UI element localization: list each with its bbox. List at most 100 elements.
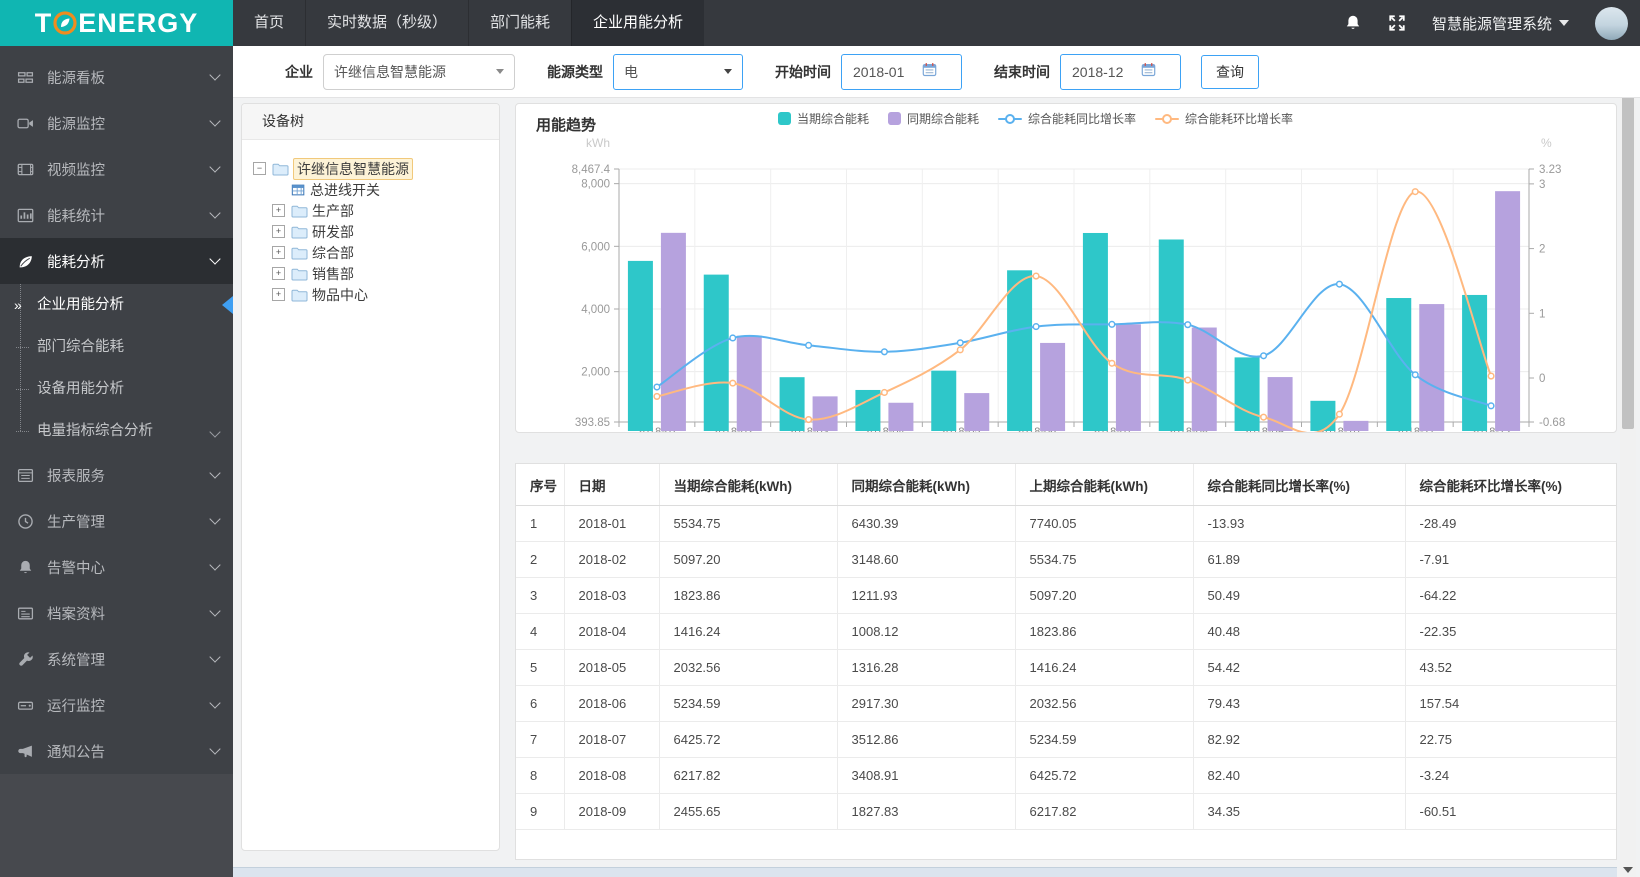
notification-bell-icon[interactable] <box>1344 14 1362 32</box>
tree-node-dept-3[interactable]: + 销售部 <box>253 263 499 284</box>
scrollbar-thumb[interactable] <box>1622 59 1634 429</box>
horizontal-scrollbar[interactable] <box>233 867 1617 877</box>
table-header-cell: 序号 <box>516 464 565 506</box>
company-select-value: 许继信息智慧能源 <box>334 63 446 80</box>
legend-item-1[interactable]: 同期综合能耗 <box>888 110 979 127</box>
tree-node-device[interactable]: 总进线开关 <box>253 179 499 200</box>
table-cell: 9 <box>516 793 565 830</box>
table-cell: 8 <box>516 757 565 794</box>
table-cell: 1416.24 <box>1015 649 1194 686</box>
tree-node-label[interactable]: 许继信息智慧能源 <box>293 157 413 180</box>
sidebar-item-label: 视频监控 <box>47 162 105 179</box>
tree-node-label[interactable]: 综合部 <box>312 243 354 263</box>
svg-text:kWh: kWh <box>586 136 610 150</box>
energy-type-label: 能源类型 <box>547 63 603 80</box>
expand-icon[interactable]: + <box>272 267 285 280</box>
table-cell: 50.49 <box>1193 577 1406 614</box>
tree-node-dept-4[interactable]: + 物品中心 <box>253 284 499 305</box>
tree-node-dept-1[interactable]: + 研发部 <box>253 221 499 242</box>
table-cell: 2018-03 <box>564 577 660 614</box>
fullscreen-icon[interactable] <box>1388 14 1406 32</box>
table-cell: -28.49 <box>1405 505 1616 542</box>
nav-tab-2[interactable]: 部门能耗 <box>468 0 571 46</box>
collapse-icon[interactable]: − <box>253 162 266 175</box>
query-button[interactable]: 查询 <box>1201 54 1259 89</box>
svg-text:-0.68: -0.68 <box>1539 417 1565 429</box>
app-logo[interactable]: T ENERGY <box>0 0 233 46</box>
sidebar-item-0[interactable]: 能源看板 <box>0 54 233 100</box>
sidebar-item-5[interactable]: 报表服务 <box>0 452 233 498</box>
sidebar-item-2[interactable]: 视频监控 <box>0 146 233 192</box>
tree-node-label[interactable]: 总进线开关 <box>310 180 380 200</box>
svg-text:3.23: 3.23 <box>1539 164 1561 176</box>
table-row: 6 2018-06 5234.59 2917.30 2032.56 79.43 157.54 <box>516 685 1616 722</box>
tree-node-dept-0[interactable]: + 生产部 <box>253 200 499 221</box>
table-cell: 6430.39 <box>837 505 1016 542</box>
sidebar-item-1[interactable]: 能源监控 <box>0 100 233 146</box>
chevron-down-icon <box>209 207 221 219</box>
drive-icon <box>17 697 34 714</box>
chevron-down-icon <box>209 743 221 755</box>
tree-node-label[interactable]: 生产部 <box>312 201 354 221</box>
sidebar-item-11[interactable]: 通知公告 <box>0 728 233 774</box>
active-pointer-icon <box>222 296 233 314</box>
table-cell: 82.40 <box>1193 757 1406 794</box>
legend-item-2[interactable]: 综合能耗同比增长率 <box>998 110 1136 127</box>
table-header-cell: 综合能耗同比增长率(%) <box>1193 464 1406 506</box>
sidebar-item-9[interactable]: 系统管理 <box>0 636 233 682</box>
tree-node-label[interactable]: 研发部 <box>312 222 354 242</box>
calendar-icon[interactable] <box>922 62 937 82</box>
legend-item-3[interactable]: 综合能耗环比增长率 <box>1155 110 1293 127</box>
chevron-down-icon <box>209 161 221 173</box>
sidebar-item-label: 能源监控 <box>47 116 105 133</box>
sidebar-item-4[interactable]: 能耗分析 <box>0 238 233 284</box>
sidebar-item-8[interactable]: 档案资料 <box>0 590 233 636</box>
nav-tab-0[interactable]: 首页 <box>233 0 305 46</box>
sidebar-item-6[interactable]: 生产管理 <box>0 498 233 544</box>
trend-chart[interactable]: 2018-01 2018-02 2018-03 2018-04 2018-05 2018-… <box>516 134 1616 438</box>
user-system-menu[interactable]: 智慧能源管理系统 <box>1432 13 1569 34</box>
chart-legend: 当期综合能耗 同期综合能耗 综合能耗同比增长率 综合能耗环比增长率 <box>778 110 1293 127</box>
sidebar-item-3[interactable]: 能耗统计 <box>0 192 233 238</box>
calendar-icon[interactable] <box>1141 62 1156 82</box>
start-time-input[interactable] <box>851 62 917 81</box>
end-time-input[interactable] <box>1070 62 1136 81</box>
chevron-down-icon <box>209 605 221 617</box>
table-row: 8 2018-08 6217.82 3408.91 6425.72 82.40 -3.24 <box>516 757 1616 794</box>
legend-item-0[interactable]: 当期综合能耗 <box>778 110 869 127</box>
tree-stub <box>16 389 29 390</box>
table-header-cell: 当期综合能耗(kWh) <box>659 464 838 506</box>
tree-node-root[interactable]: − 许继信息智慧能源 <box>253 157 499 180</box>
table-cell: 34.35 <box>1193 793 1406 830</box>
table-cell: -3.24 <box>1405 757 1616 794</box>
nav-tab-1[interactable]: 实时数据（秒级） <box>305 0 468 46</box>
table-cell: 22.75 <box>1405 721 1616 758</box>
table-cell: 6217.82 <box>659 757 838 794</box>
chevron-down-icon <box>209 69 221 81</box>
sidebar-subitem-3[interactable]: 电量指标综合分析 <box>0 410 233 452</box>
expand-icon[interactable]: + <box>272 288 285 301</box>
expand-icon[interactable]: + <box>272 225 285 238</box>
sidebar-subitem-0[interactable]: » 企业用能分析 <box>0 284 233 326</box>
tree-node-label[interactable]: 物品中心 <box>312 285 368 305</box>
tree-node-dept-2[interactable]: + 综合部 <box>253 242 499 263</box>
scroll-down-arrow-icon[interactable] <box>1623 867 1633 873</box>
sidebar-subitem-2[interactable]: 设备用能分析 <box>0 368 233 410</box>
table-row: 2 2018-02 5097.20 3148.60 5534.75 61.89 -7.91 <box>516 541 1616 578</box>
energy-type-select[interactable]: 电 <box>613 53 743 90</box>
camera-icon <box>17 115 34 132</box>
sidebar-subitem-1[interactable]: 部门综合能耗 <box>0 326 233 368</box>
table-cell: 3512.86 <box>837 721 1016 758</box>
sidebar-item-10[interactable]: 运行监控 <box>0 682 233 728</box>
company-select[interactable]: 许继信息智慧能源 <box>323 53 515 90</box>
expand-icon[interactable]: + <box>272 204 285 217</box>
nav-tab-3[interactable]: 企业用能分析 <box>571 0 705 46</box>
chevron-down-icon <box>209 697 221 709</box>
sidebar-item-7[interactable]: 告警中心 <box>0 544 233 590</box>
sidebar-subitem-label: 企业用能分析 <box>37 297 124 313</box>
avatar[interactable] <box>1595 6 1628 40</box>
table-cell: 43.52 <box>1405 649 1616 686</box>
tree-node-label[interactable]: 销售部 <box>312 264 354 284</box>
sidebar-item-label: 运行监控 <box>47 698 105 715</box>
expand-icon[interactable]: + <box>272 246 285 259</box>
